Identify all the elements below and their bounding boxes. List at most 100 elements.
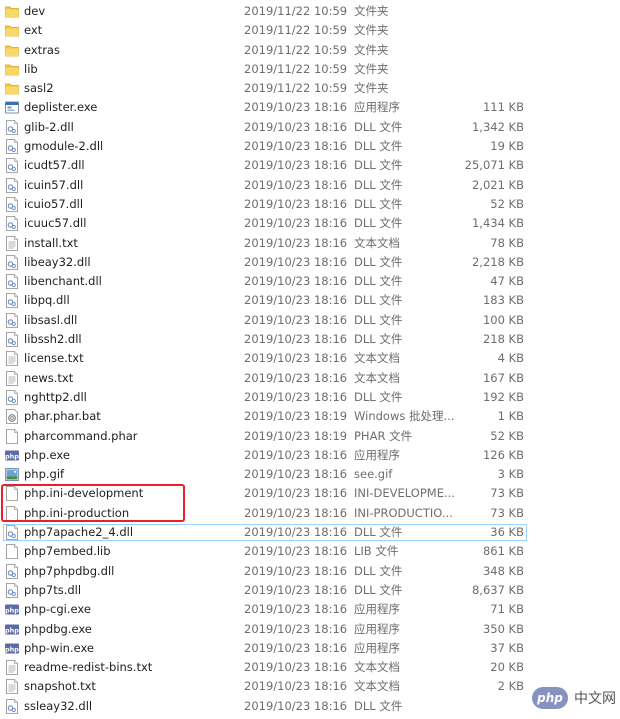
file-row[interactable]: news.txt 2019/10/23 18:16 文本文档 167 KB xyxy=(0,369,620,388)
file-row[interactable]: php7embed.lib 2019/10/23 18:16 LIB 文件 861 K… xyxy=(0,542,620,561)
file-modified-date: 2019/10/23 18:16 xyxy=(244,640,348,655)
svg-text:php: php xyxy=(5,645,19,653)
file-type: DLL 文件 xyxy=(354,177,403,192)
file-name: php-cgi.exe xyxy=(24,602,91,617)
file-row[interactable]: sasl2 2019/11/22 10:59 文件夹 xyxy=(0,79,620,98)
file-modified-date: 2019/10/23 18:16 xyxy=(244,158,348,173)
file-row[interactable]: ssleay32.dll 2019/10/23 18:16 DLL 文件 xyxy=(0,697,620,716)
file-row[interactable]: install.txt 2019/10/23 18:16 文本文档 78 KB xyxy=(0,234,620,253)
file-modified-date: 2019/10/23 18:16 xyxy=(244,312,348,327)
file-size: 218 KB xyxy=(482,332,524,347)
file-row[interactable]: php.ini-development 2019/10/23 18:16 INI-D… xyxy=(0,484,620,503)
file-row[interactable]: icuin57.dll 2019/10/23 18:16 DLL 文件 2,021 K… xyxy=(0,176,620,195)
file-modified-date: 2019/10/23 18:16 xyxy=(244,544,348,559)
file-modified-date: 2019/10/23 18:16 xyxy=(244,254,348,269)
file-row[interactable]: deplister.exe 2019/10/23 18:16 应用程序 111 KB xyxy=(0,98,620,117)
file-row[interactable]: libssh2.dll 2019/10/23 18:16 DLL 文件 218 KB xyxy=(0,330,620,349)
file-row[interactable]: snapshot.txt 2019/10/23 18:16 文本文档 2 KB xyxy=(0,677,620,696)
file-type: PHAR 文件 xyxy=(354,428,413,443)
file-size: 1,434 KB xyxy=(471,216,524,231)
file-row[interactable]: gmodule-2.dll 2019/10/23 18:16 DLL 文件 19 KB xyxy=(0,137,620,156)
file-type: DLL 文件 xyxy=(354,525,403,540)
file-row[interactable]: libpq.dll 2019/10/23 18:16 DLL 文件 183 KB xyxy=(0,291,620,310)
file-row[interactable]: php php-cgi.exe 2019/10/23 18:16 应用程序 71 KB xyxy=(0,600,620,619)
watermark-text: 中文网 xyxy=(574,691,616,707)
dll-icon xyxy=(5,563,19,579)
dll-icon xyxy=(5,216,19,232)
file-row[interactable]: icuio57.dll 2019/10/23 18:16 DLL 文件 52 KB xyxy=(0,195,620,214)
file-type: INI-PRODUCTIO... xyxy=(354,505,453,520)
file-modified-date: 2019/10/23 18:16 xyxy=(244,235,348,250)
file-row[interactable]: php phpdbg.exe 2019/10/23 18:16 应用程序 350 KB xyxy=(0,620,620,639)
file-modified-date: 2019/10/23 18:16 xyxy=(244,332,348,347)
file-row[interactable]: php7apache2_4.dll 2019/10/23 18:16 DLL 文件 3… xyxy=(0,523,620,542)
file-row[interactable]: lib 2019/11/22 10:59 文件夹 xyxy=(0,60,620,79)
file-modified-date: 2019/10/23 18:16 xyxy=(244,467,348,482)
file-row[interactable]: license.txt 2019/10/23 18:16 文本文档 4 KB xyxy=(0,349,620,368)
file-row[interactable]: php7ts.dll 2019/10/23 18:16 DLL 文件 8,637 KB xyxy=(0,581,620,600)
file-modified-date: 2019/10/23 18:16 xyxy=(244,486,348,501)
dll-icon xyxy=(5,698,19,714)
file-row[interactable]: nghttp2.dll 2019/10/23 18:16 DLL 文件 192 KB xyxy=(0,388,620,407)
file-size: 3 KB xyxy=(497,467,524,482)
file-modified-date: 2019/11/22 10:59 xyxy=(244,81,348,96)
dll-icon xyxy=(5,312,19,328)
file-row[interactable]: pharcommand.phar 2019/10/23 18:19 PHAR 文件 5… xyxy=(0,427,620,446)
file-type: DLL 文件 xyxy=(354,698,403,713)
php-exe-icon: php xyxy=(5,622,19,637)
image-file-icon xyxy=(5,467,19,482)
file-size: 73 KB xyxy=(490,486,524,501)
file-modified-date: 2019/10/23 18:16 xyxy=(244,621,348,636)
file-size: 25,071 KB xyxy=(464,158,524,173)
file-modified-date: 2019/10/23 18:16 xyxy=(244,525,348,540)
file-size: 4 KB xyxy=(497,351,524,366)
file-row[interactable]: php php.exe 2019/10/23 18:16 应用程序 126 KB xyxy=(0,446,620,465)
file-modified-date: 2019/10/23 18:16 xyxy=(244,139,348,154)
file-type: 应用程序 xyxy=(354,100,400,115)
file-row[interactable]: readme-redist-bins.txt 2019/10/23 18:16 文本… xyxy=(0,658,620,677)
file-row[interactable]: libenchant.dll 2019/10/23 18:16 DLL 文件 47 K… xyxy=(0,272,620,291)
file-type: DLL 文件 xyxy=(354,332,403,347)
file-size: 36 KB xyxy=(490,525,524,540)
file-row[interactable]: libsasl.dll 2019/10/23 18:16 DLL 文件 100 KB xyxy=(0,311,620,330)
file-row[interactable]: glib-2.dll 2019/10/23 18:16 DLL 文件 1,342 KB xyxy=(0,118,620,137)
file-row[interactable]: libeay32.dll 2019/10/23 18:16 DLL 文件 2,218 … xyxy=(0,253,620,272)
file-name: php.ini-production xyxy=(24,505,130,520)
file-modified-date: 2019/11/22 10:59 xyxy=(244,61,348,76)
file-row[interactable]: php.ini-production 2019/10/23 18:16 INI-PR… xyxy=(0,504,620,523)
file-modified-date: 2019/10/23 18:16 xyxy=(244,100,348,115)
file-name: libpq.dll xyxy=(24,293,70,308)
file-modified-date: 2019/10/23 18:16 xyxy=(244,216,348,231)
file-name: php7ts.dll xyxy=(24,582,82,597)
file-name: php.exe xyxy=(24,447,70,462)
file-modified-date: 2019/10/23 18:16 xyxy=(244,196,348,211)
file-size: 1,342 KB xyxy=(471,119,524,134)
file-type: INI-DEVELOPME... xyxy=(354,486,455,501)
file-modified-date: 2019/10/23 18:16 xyxy=(244,351,348,366)
folder-icon xyxy=(5,81,19,96)
file-row[interactable]: ext 2019/11/22 10:59 文件夹 xyxy=(0,21,620,40)
file-type: DLL 文件 xyxy=(354,274,403,289)
folder-icon xyxy=(5,23,19,38)
file-row[interactable]: php7phpdbg.dll 2019/10/23 18:16 DLL 文件 348 … xyxy=(0,562,620,581)
file-row[interactable]: dev 2019/11/22 10:59 文件夹 xyxy=(0,2,620,21)
dll-icon xyxy=(5,254,19,270)
file-name: install.txt xyxy=(24,235,78,250)
file-row[interactable]: extras 2019/11/22 10:59 文件夹 xyxy=(0,41,620,60)
file-row[interactable]: phar.phar.bat 2019/10/23 18:19 Windows 批处理… xyxy=(0,407,620,426)
file-name: php.gif xyxy=(24,467,65,482)
file-name: icudt57.dll xyxy=(24,158,85,173)
file-row[interactable]: icuuc57.dll 2019/10/23 18:16 DLL 文件 1,434 K… xyxy=(0,214,620,233)
file-size: 167 KB xyxy=(482,370,524,385)
file-name: php7apache2_4.dll xyxy=(24,525,134,540)
php-exe-icon: php xyxy=(5,641,19,656)
file-row[interactable]: php php-win.exe 2019/10/23 18:16 应用程序 37 KB xyxy=(0,639,620,658)
file-type: DLL 文件 xyxy=(354,254,403,269)
file-row[interactable]: icudt57.dll 2019/10/23 18:16 DLL 文件 25,071 … xyxy=(0,156,620,175)
file-modified-date: 2019/10/23 18:16 xyxy=(244,563,348,578)
file-name: phar.phar.bat xyxy=(24,409,101,424)
file-type: DLL 文件 xyxy=(354,216,403,231)
file-row[interactable]: php.gif 2019/10/23 18:16 see.gif 3 KB xyxy=(0,465,620,484)
file-name: libeay32.dll xyxy=(24,254,91,269)
file-size: 350 KB xyxy=(482,621,524,636)
